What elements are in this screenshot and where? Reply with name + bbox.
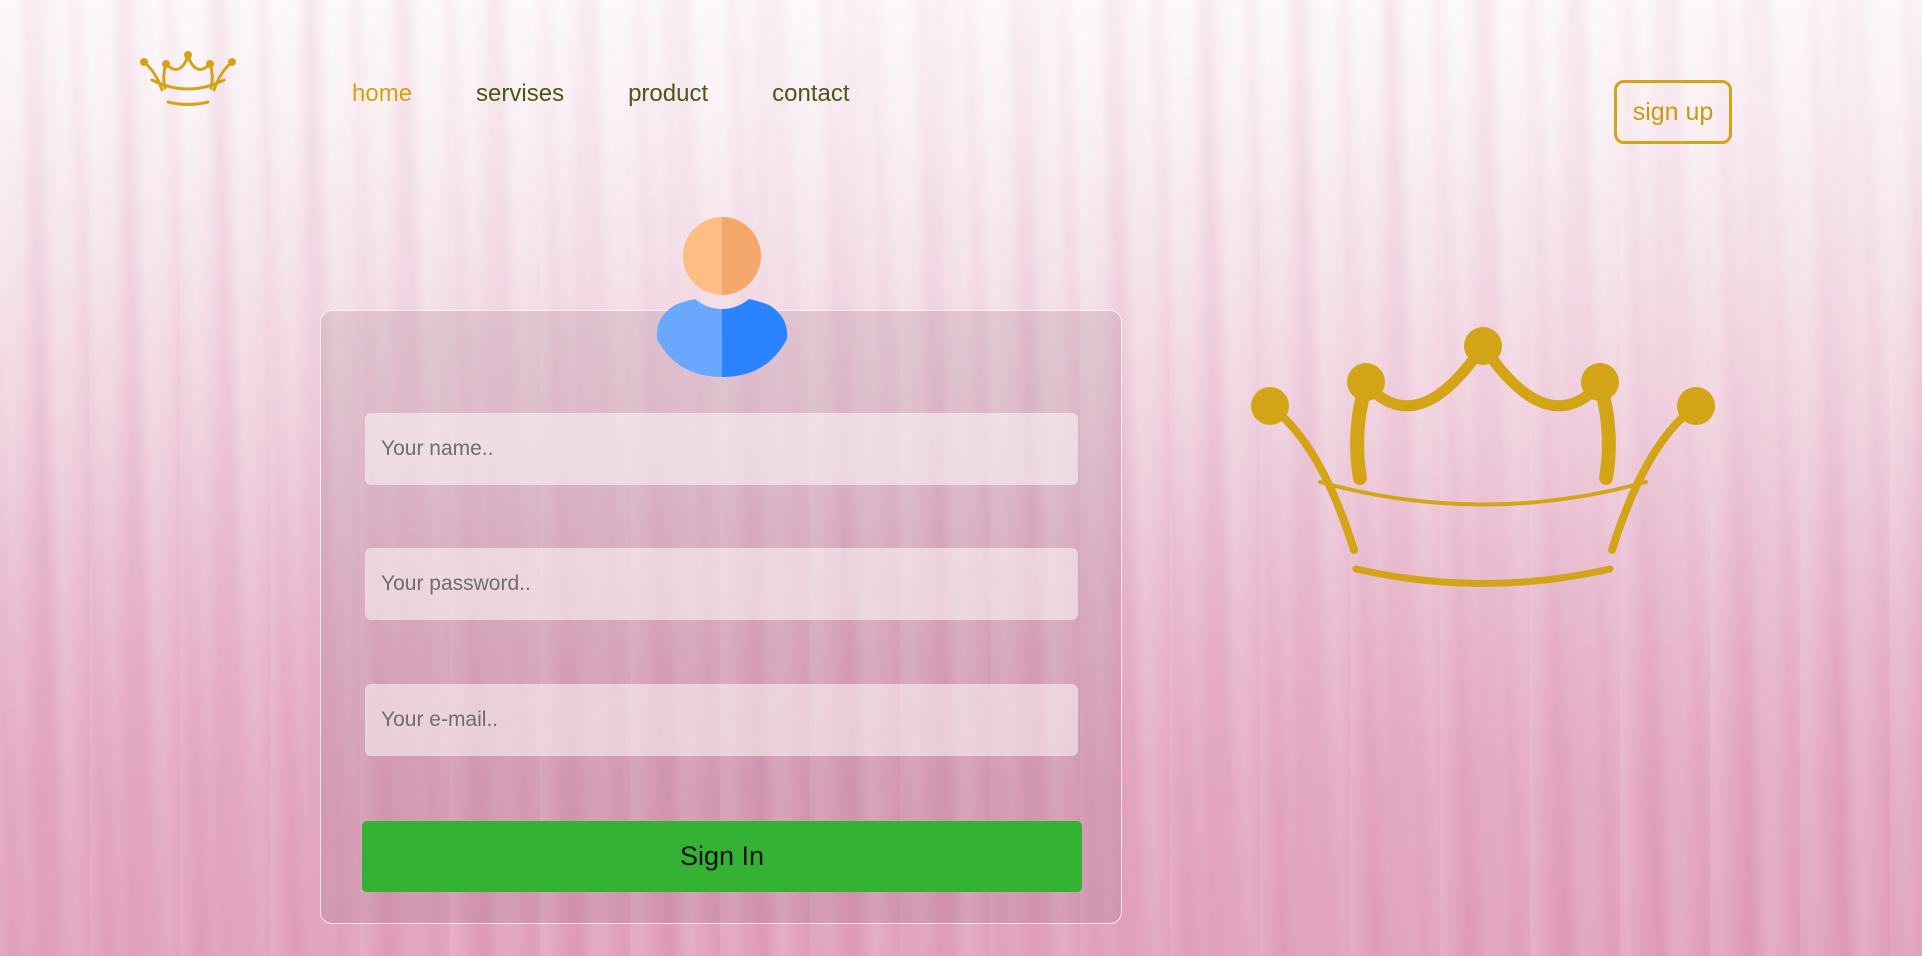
email-input[interactable]: [365, 684, 1078, 756]
nav-link-contact[interactable]: contact: [772, 80, 849, 108]
sign-in-button[interactable]: Sign In: [362, 821, 1082, 892]
user-avatar-icon: [656, 217, 788, 377]
name-input[interactable]: [365, 413, 1078, 485]
main-nav: home servises product contact: [352, 80, 850, 108]
page: home servises product contact sign up Si…: [0, 0, 1922, 956]
sign-up-button[interactable]: sign up: [1614, 80, 1732, 144]
nav-link-servises[interactable]: servises: [476, 80, 564, 108]
crown-icon: [1251, 327, 1715, 587]
nav-link-home[interactable]: home: [352, 80, 412, 108]
nav-link-product[interactable]: product: [628, 80, 708, 108]
password-input[interactable]: [365, 548, 1078, 620]
crown-logo-icon[interactable]: [138, 48, 238, 110]
